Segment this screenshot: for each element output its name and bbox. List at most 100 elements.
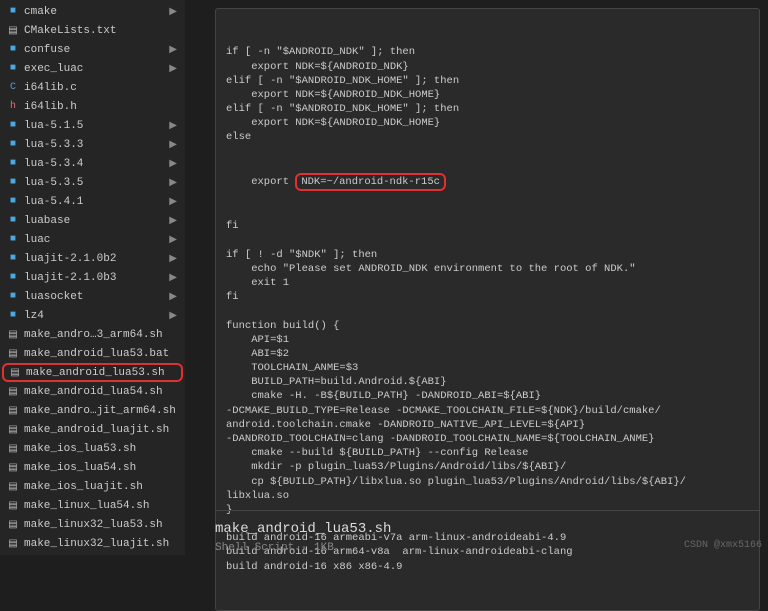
chevron-right-icon: ▶	[169, 215, 181, 227]
shell-file-icon: ▤	[6, 518, 20, 532]
file-item[interactable]: ▤ make_android_luajit.sh	[0, 420, 185, 439]
folder-icon: ■	[6, 214, 20, 228]
c-file-icon: C	[6, 81, 20, 95]
file-label: luajit-2.1.0b3	[24, 272, 169, 284]
file-label: lua-5.3.3	[24, 139, 169, 151]
file-item[interactable]: ▤ make_linux_lua54.sh	[0, 496, 185, 515]
file-label: make_ios_lua53.sh	[24, 443, 181, 455]
file-item[interactable]: ▤ make_ios_luajit.sh	[0, 477, 185, 496]
code-highlight-line: export NDK=~/android-ndk-r15c	[226, 173, 749, 191]
shell-file-icon: ▤	[6, 537, 20, 551]
file-explorer: ■cmake▶▤CMakeLists.txt■confuse▶■exec_lua…	[0, 0, 185, 555]
file-label: CMakeLists.txt	[24, 25, 181, 37]
file-label: lua-5.3.5	[24, 177, 169, 189]
file-item[interactable]: ▤ make_andro…jit_arm64.sh	[0, 401, 185, 420]
file-item[interactable]: ▤ make_ios_lua54.sh	[0, 458, 185, 477]
folder-icon: ■	[6, 119, 20, 133]
folder-item[interactable]: ■ lua-5.4.1▶	[0, 192, 185, 211]
file-label: make_android_lua53.bat	[24, 348, 181, 360]
chevron-right-icon: ▶	[169, 158, 181, 170]
file-label: exec_luac	[24, 63, 169, 75]
file-label: confuse	[24, 44, 169, 56]
folder-item[interactable]: ■ exec_luac▶	[0, 59, 185, 78]
watermark: CSDN @xmx5166	[684, 540, 762, 551]
chevron-right-icon: ▶	[169, 234, 181, 246]
file-item[interactable]: ▤ CMakeLists.txt	[0, 21, 185, 40]
file-item[interactable]: ▤make_android_lua53.sh	[2, 363, 183, 382]
chevron-right-icon: ▶	[169, 44, 181, 56]
folder-icon: ■	[6, 252, 20, 266]
file-item[interactable]: ▤make_andro…3_arm64.sh	[0, 325, 185, 344]
folder-item[interactable]: ■ lua-5.3.5▶	[0, 173, 185, 192]
folder-item[interactable]: ■ luajit-2.1.0b2▶	[0, 249, 185, 268]
chevron-right-icon: ▶	[169, 177, 181, 189]
shell-file-icon: ▤	[6, 328, 20, 342]
file-label: i64lib.c	[24, 82, 181, 94]
file-label: luajit-2.1.0b2	[24, 253, 169, 265]
folder-icon: ■	[6, 62, 20, 76]
folder-icon: ■	[6, 43, 20, 57]
folder-item[interactable]: ■ lua-5.3.3▶	[0, 135, 185, 154]
folder-item[interactable]: ■luajit-2.1.0b3▶	[0, 268, 185, 287]
folder-icon: ■	[6, 290, 20, 304]
shell-file-icon: ▤	[6, 347, 20, 361]
chevron-right-icon: ▶	[169, 120, 181, 132]
chevron-right-icon: ▶	[169, 310, 181, 322]
file-label: make_linux32_luajit.sh	[24, 538, 181, 550]
file-label: luasocket	[24, 291, 169, 303]
file-label: lz4	[24, 310, 169, 322]
folder-item[interactable]: ■luac▶	[0, 230, 185, 249]
file-label: make_linux_lua54.sh	[24, 500, 181, 512]
file-item[interactable]: h i64lib.h	[0, 97, 185, 116]
shell-file-icon: ▤	[6, 423, 20, 437]
shell-file-icon: ▤	[6, 442, 20, 456]
folder-item[interactable]: ■lua-5.1.5▶	[0, 116, 185, 135]
folder-icon: ■	[6, 157, 20, 171]
file-label: i64lib.h	[24, 101, 181, 113]
shell-file-icon: ▤	[6, 461, 20, 475]
folder-item[interactable]: ■lz4▶	[0, 306, 185, 325]
folder-item[interactable]: ■ luabase▶	[0, 211, 185, 230]
folder-item[interactable]: ■ confuse▶	[0, 40, 185, 59]
file-label: make_andro…jit_arm64.sh	[24, 405, 181, 417]
chevron-right-icon: ▶	[169, 63, 181, 75]
folder-icon: ■	[6, 195, 20, 209]
file-label: luabase	[24, 215, 169, 227]
file-label: make_android_lua54.sh	[24, 386, 181, 398]
shell-file-icon: ▤	[6, 499, 20, 513]
file-item[interactable]: ▤ make_ios_lua53.sh	[0, 439, 185, 458]
file-item[interactable]: ▤ make_android_lua54.sh	[0, 382, 185, 401]
file-label: make_android_luajit.sh	[24, 424, 181, 436]
chevron-right-icon: ▶	[169, 196, 181, 208]
editor-main: if [ -n "$ANDROID_NDK" ]; then export ND…	[185, 0, 768, 555]
shell-file-icon: ▤	[6, 404, 20, 418]
shell-file-icon: ▤	[6, 480, 20, 494]
chevron-right-icon: ▶	[169, 272, 181, 284]
text-file-icon: ▤	[6, 24, 20, 38]
file-item[interactable]: ▤make_linux32_lua53.sh	[0, 515, 185, 534]
file-meta: Shell Script - 1KB	[215, 542, 334, 554]
divider	[215, 510, 760, 511]
file-label: make_ios_lua54.sh	[24, 462, 181, 474]
folder-icon: ■	[6, 138, 20, 152]
folder-item[interactable]: ■ luasocket▶	[0, 287, 185, 306]
h-file-icon: h	[6, 100, 20, 114]
chevron-right-icon: ▶	[169, 253, 181, 265]
file-item[interactable]: ▤ make_linux32_luajit.sh	[0, 534, 185, 553]
folder-item[interactable]: ■lua-5.3.4▶	[0, 154, 185, 173]
file-label: make_android_lua53.sh	[26, 367, 179, 379]
chevron-right-icon: ▶	[169, 6, 181, 18]
code-block-pre: if [ -n "$ANDROID_NDK" ]; then export ND…	[226, 45, 749, 144]
highlighted-code: NDK=~/android-ndk-r15c	[295, 173, 446, 191]
file-title: make_android_lua53.sh	[215, 521, 391, 537]
chevron-right-icon: ▶	[169, 291, 181, 303]
folder-item[interactable]: ■cmake▶	[0, 2, 185, 21]
folder-icon: ■	[6, 176, 20, 190]
file-item[interactable]: Ci64lib.c	[0, 78, 185, 97]
file-label: lua-5.4.1	[24, 196, 169, 208]
folder-icon: ■	[6, 5, 20, 19]
shell-file-icon: ▤	[6, 385, 20, 399]
file-item[interactable]: ▤ make_android_lua53.bat	[0, 344, 185, 363]
chevron-right-icon: ▶	[169, 139, 181, 151]
file-label: make_ios_luajit.sh	[24, 481, 181, 493]
